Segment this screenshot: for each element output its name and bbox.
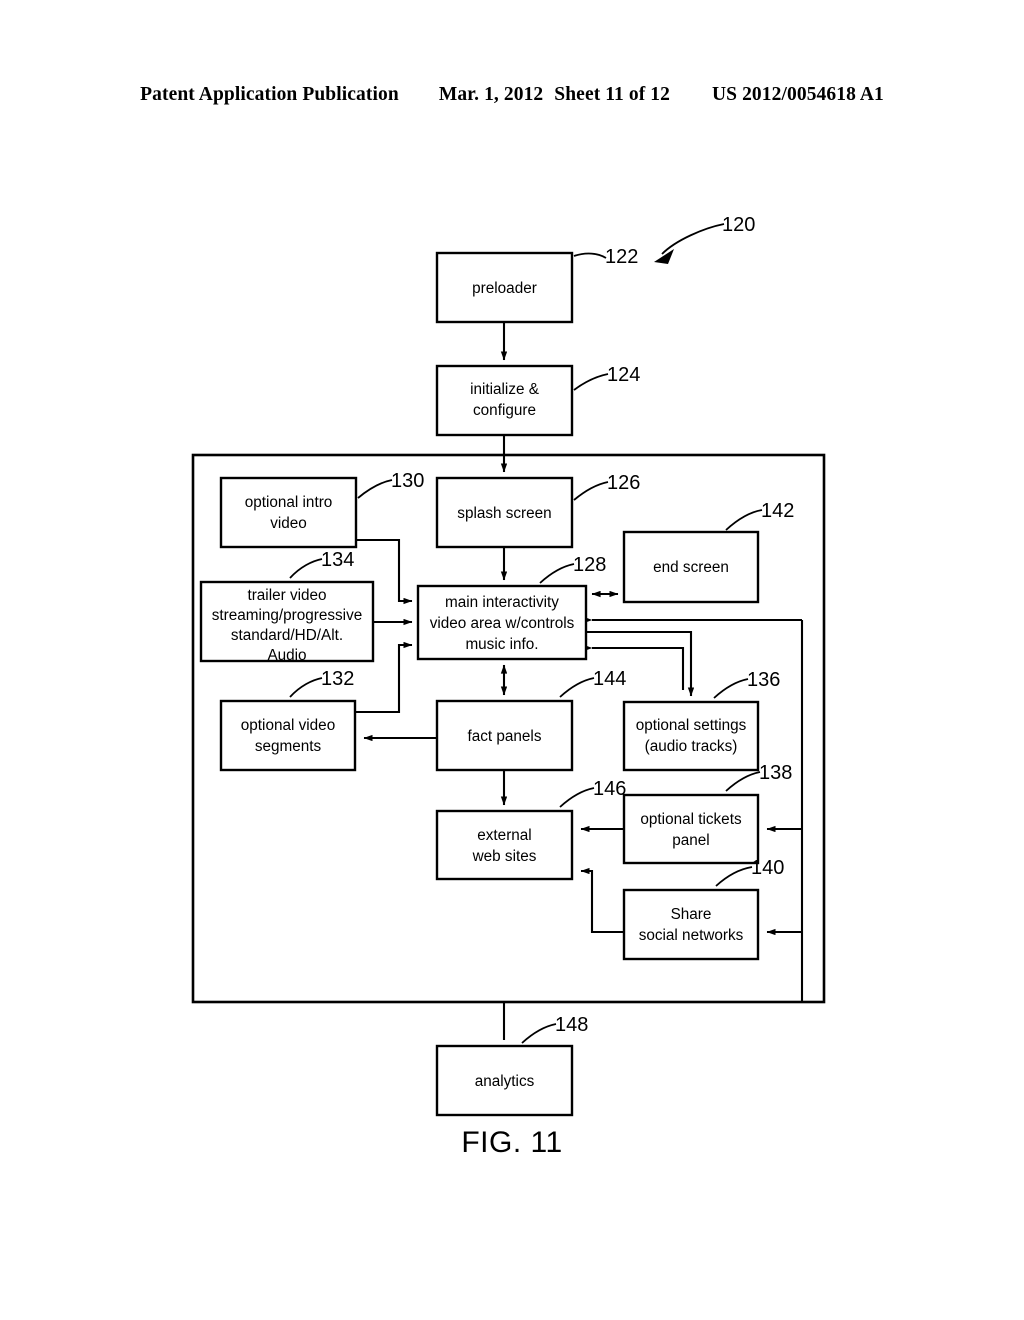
node-main-interactivity[interactable]: main interactivity video area w/controls… bbox=[416, 554, 606, 661]
node-intro-label-1: optional intro bbox=[245, 494, 333, 511]
ref-label-146: 146 bbox=[593, 778, 626, 800]
node-external-label-1: external bbox=[477, 827, 531, 844]
node-external-label-2: web sites bbox=[472, 848, 537, 865]
node-factpanels-label: fact panels bbox=[468, 728, 542, 745]
ref-label-134: 134 bbox=[321, 549, 354, 571]
node-splash-screen[interactable]: splash screen 126 bbox=[435, 472, 640, 549]
node-trailer-label-2: streaming/progressive bbox=[212, 607, 362, 624]
flowchart-diagram: 120 preloader 122 initialize & configure… bbox=[191, 214, 826, 1117]
node-optional-video-segments[interactable]: optional video segments 132 bbox=[219, 668, 357, 772]
node-trailer-label-1: trailer video bbox=[247, 587, 326, 604]
node-trailer-label-3: standard/HD/Alt. bbox=[231, 627, 343, 644]
node-initialize-label-1: initialize & bbox=[470, 381, 539, 398]
ref-label-122: 122 bbox=[605, 246, 638, 268]
ref-label-120: 120 bbox=[722, 214, 755, 236]
ref-label-148: 148 bbox=[555, 1014, 588, 1036]
ref-label-132: 132 bbox=[321, 668, 354, 690]
node-share-label-2: social networks bbox=[639, 927, 744, 944]
node-share-label-1: Share bbox=[671, 906, 712, 923]
ref-label-130: 130 bbox=[391, 470, 424, 492]
node-optional-tickets-panel[interactable]: optional tickets panel 138 bbox=[622, 762, 792, 865]
ref-label-136: 136 bbox=[747, 669, 780, 691]
node-splash-label: splash screen bbox=[457, 505, 551, 522]
node-tickets-label-1: optional tickets bbox=[640, 811, 742, 828]
node-analytics-label: analytics bbox=[475, 1073, 535, 1090]
node-segments-label-1: optional video bbox=[241, 717, 335, 734]
ref-label-124: 124 bbox=[607, 364, 640, 386]
node-endscreen-label: end screen bbox=[653, 559, 729, 576]
node-trailer-video[interactable]: trailer video streaming/progressive stan… bbox=[199, 549, 375, 664]
node-main-label-2: video area w/controls bbox=[430, 615, 575, 632]
node-segments-label-2: segments bbox=[255, 738, 322, 755]
ref-label-128: 128 bbox=[573, 554, 606, 576]
node-settings-label-2: (audio tracks) bbox=[645, 738, 738, 755]
node-main-label-3: music info. bbox=[465, 636, 538, 653]
ref-label-140: 140 bbox=[751, 857, 784, 879]
node-preloader[interactable]: preloader 122 bbox=[435, 246, 638, 324]
node-end-screen[interactable]: end screen 142 bbox=[622, 500, 794, 604]
ref-label-144: 144 bbox=[593, 668, 626, 690]
connector-share-external bbox=[580, 867, 624, 934]
ref-label-126: 126 bbox=[607, 472, 640, 494]
node-fact-panels[interactable]: fact panels 144 bbox=[435, 668, 626, 772]
system-reference-120: 120 bbox=[654, 214, 755, 264]
node-trailer-label-4: Audio bbox=[267, 647, 306, 664]
node-settings-label-1: optional settings bbox=[636, 717, 747, 734]
node-preloader-label: preloader bbox=[472, 280, 537, 297]
ref-label-138: 138 bbox=[759, 762, 792, 784]
node-tickets-label-2: panel bbox=[672, 832, 709, 849]
figure-caption: FIG. 11 bbox=[461, 1126, 563, 1159]
node-initialize-label-2: configure bbox=[473, 402, 536, 419]
node-initialize-configure[interactable]: initialize & configure 124 bbox=[435, 364, 640, 437]
node-analytics[interactable]: analytics 148 bbox=[435, 1014, 588, 1117]
node-main-label-1: main interactivity bbox=[445, 594, 559, 611]
node-optional-intro-video[interactable]: optional intro video 130 bbox=[219, 470, 424, 549]
ref-label-142: 142 bbox=[761, 500, 794, 522]
node-optional-settings[interactable]: optional settings (audio tracks) 136 bbox=[622, 669, 780, 772]
node-share-social-networks[interactable]: Share social networks 140 bbox=[622, 857, 784, 961]
node-intro-label-2: video bbox=[270, 515, 307, 532]
patent-drawing-page: Patent Application Publication Mar. 1, 2… bbox=[0, 0, 1024, 1320]
